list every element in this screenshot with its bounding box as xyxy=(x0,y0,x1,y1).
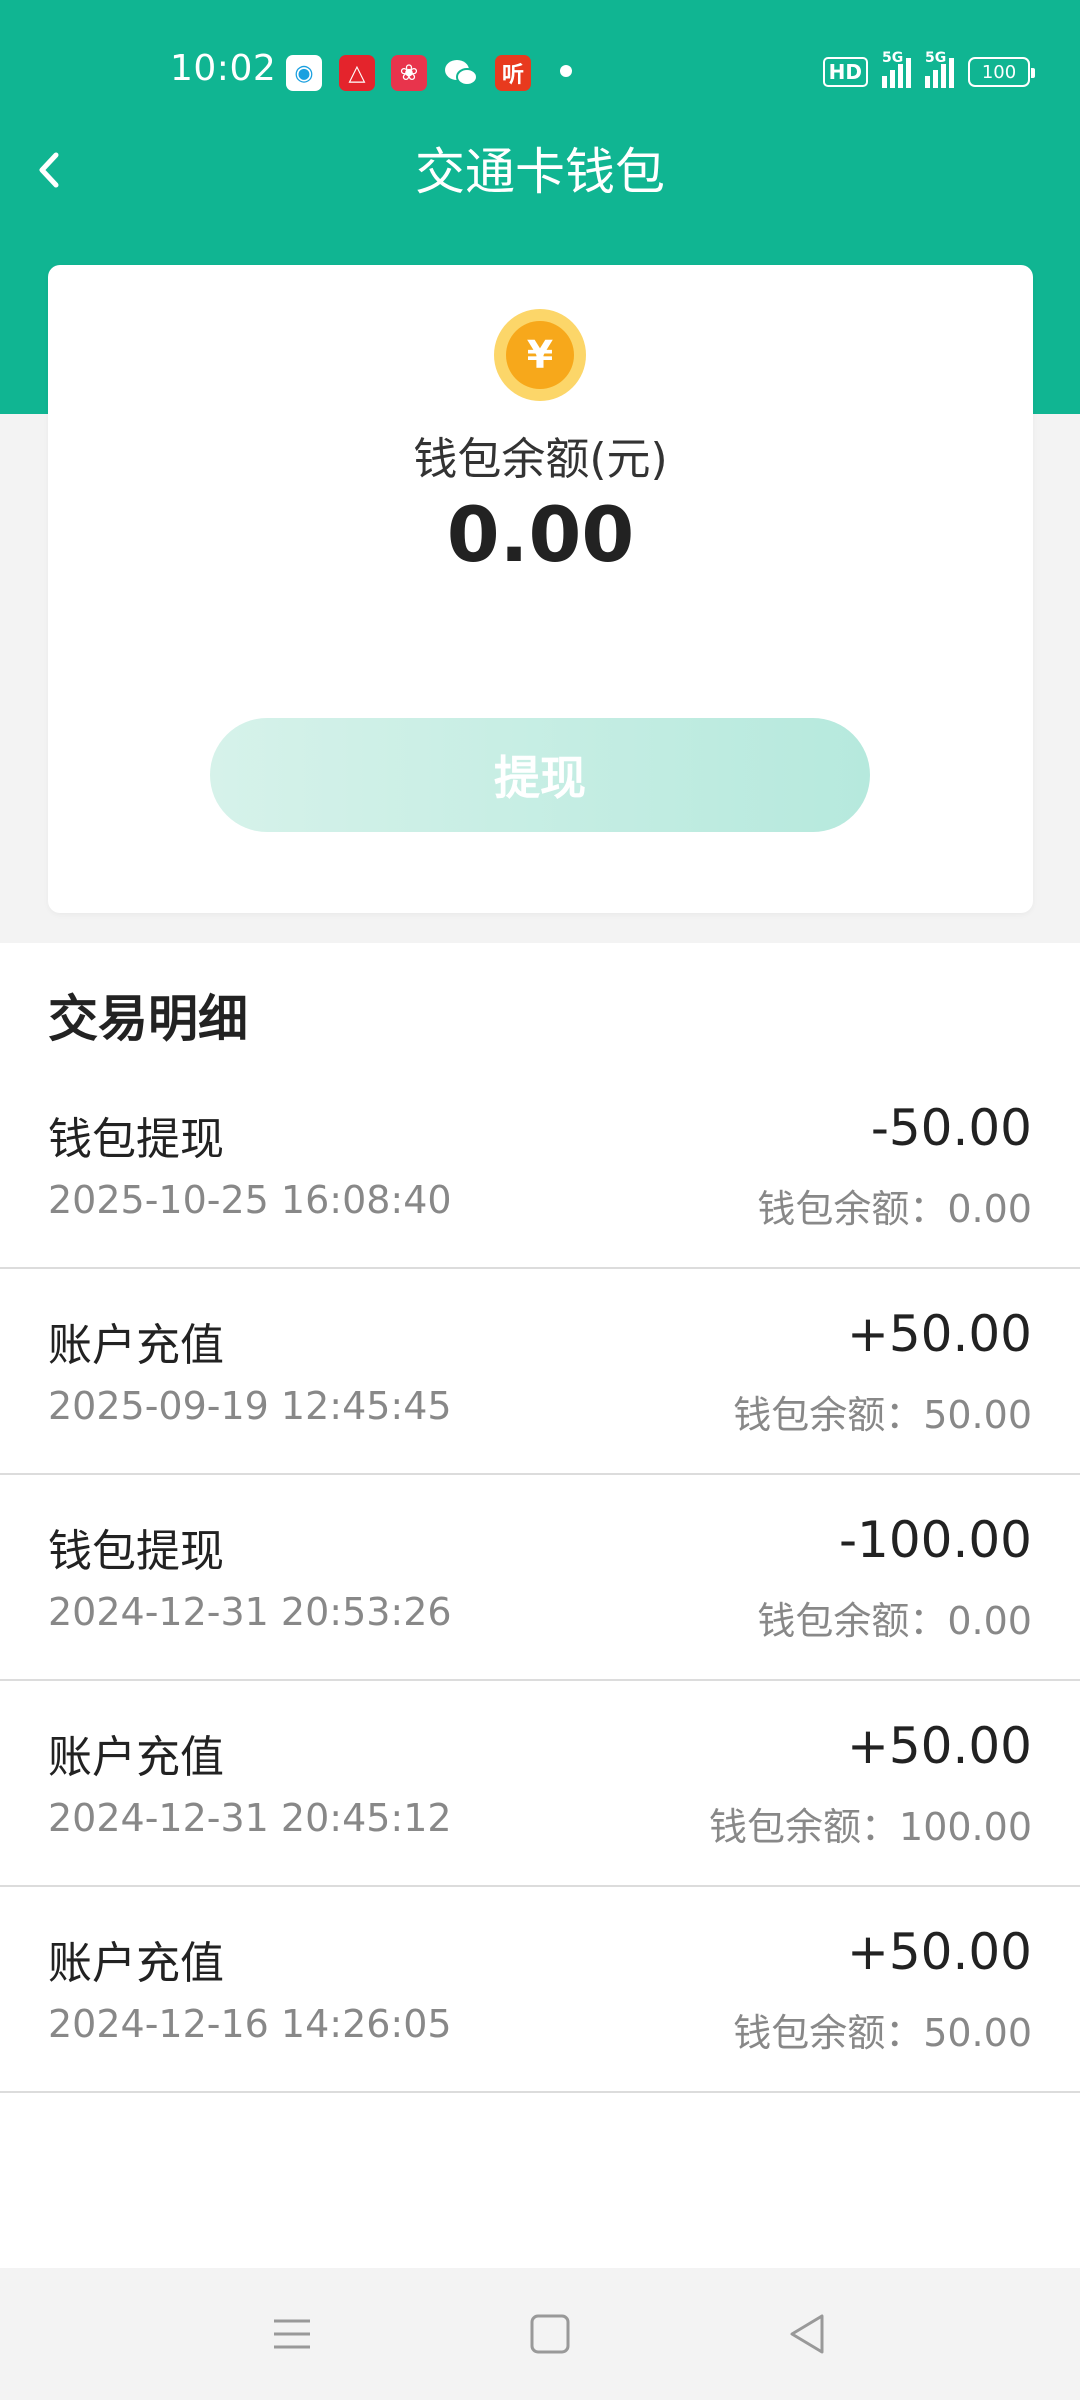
network-type-label-2: 5G xyxy=(925,50,947,66)
notification-dot xyxy=(560,65,572,77)
transaction-amount: -100.00 xyxy=(839,1511,1032,1569)
transaction-type: 钱包提现 xyxy=(48,1526,224,1577)
triangle-back-icon xyxy=(790,2314,824,2354)
china-mobile-icon: ◉ xyxy=(286,55,322,91)
transaction-amount: -50.00 xyxy=(870,1099,1032,1157)
network-type-label: 5G xyxy=(882,50,904,66)
transaction-type: 钱包提现 xyxy=(48,1114,224,1165)
balance-card: ¥ 钱包余额(元) 0.00 提现 xyxy=(48,265,1033,913)
transaction-balance: 钱包余额：100.00 xyxy=(709,1805,1032,1849)
balance-value: 0.00 xyxy=(446,490,635,579)
transaction-type: 账户充值 xyxy=(48,1732,224,1783)
transaction-balance: 钱包余额：50.00 xyxy=(733,1393,1032,1437)
menu-button[interactable] xyxy=(262,2304,322,2364)
transaction-time: 2025-09-19 12:45:45 xyxy=(48,1384,452,1428)
coin-icon: ¥ xyxy=(494,309,586,401)
app-pink-icon: ❀ xyxy=(391,55,427,91)
status-bar: 10:02 ◉ △ ❀ 听 HD 5G 5G 100 xyxy=(0,0,1080,140)
transaction-time: 2024-12-16 14:26:05 xyxy=(48,2002,452,2046)
menu-icon xyxy=(274,2319,310,2349)
wechat-icon xyxy=(443,55,479,91)
transaction-time: 2024-12-31 20:53:26 xyxy=(48,1590,452,1634)
transaction-balance: 钱包余额：50.00 xyxy=(733,2011,1032,2055)
balance-label: 钱包余额(元) xyxy=(413,434,668,485)
transaction-row[interactable]: 钱包提现 2025-10-25 16:08:40 -50.00 钱包余额：0.0… xyxy=(0,1063,1080,1269)
status-time: 10:02 xyxy=(170,48,277,89)
square-icon xyxy=(530,2314,570,2354)
system-nav-bar xyxy=(0,2268,1080,2400)
transaction-row[interactable]: 账户充值 2025-09-19 12:45:45 +50.00 钱包余额：50.… xyxy=(0,1269,1080,1475)
transaction-row[interactable]: 账户充值 2024-12-31 20:45:12 +50.00 钱包余额：100… xyxy=(0,1681,1080,1887)
transaction-type: 账户充值 xyxy=(48,1938,224,1989)
transactions-section: 交易明细 钱包提现 2025-10-25 16:08:40 -50.00 钱包余… xyxy=(0,943,1080,2268)
transaction-type: 账户充值 xyxy=(48,1320,224,1371)
hd-voice-badge: HD xyxy=(822,57,868,87)
transactions-title: 交易明细 xyxy=(48,990,248,1048)
transaction-amount: +50.00 xyxy=(846,1923,1032,1981)
transaction-time: 2025-10-25 16:08:40 xyxy=(48,1178,452,1222)
transactions-list: 钱包提现 2025-10-25 16:08:40 -50.00 钱包余额：0.0… xyxy=(0,1063,1080,2093)
transaction-time: 2024-12-31 20:45:12 xyxy=(48,1796,452,1840)
signal-5g-icon-2: 5G xyxy=(925,50,954,88)
back-nav-button[interactable] xyxy=(778,2304,838,2364)
page-title: 交通卡钱包 xyxy=(415,143,665,201)
battery-icon: 100 xyxy=(968,57,1035,87)
transaction-amount: +50.00 xyxy=(846,1717,1032,1775)
transaction-row[interactable]: 钱包提现 2024-12-31 20:53:26 -100.00 钱包余额：0.… xyxy=(0,1475,1080,1681)
home-button[interactable] xyxy=(520,2304,580,2364)
transaction-amount: +50.00 xyxy=(846,1305,1032,1363)
signal-5g-icon: 5G xyxy=(882,50,911,88)
yuan-icon: ¥ xyxy=(506,321,574,389)
withdraw-button[interactable]: 提现 xyxy=(210,718,870,832)
status-indicators: HD 5G 5G 100 xyxy=(822,50,1035,92)
transaction-row[interactable]: 账户充值 2024-12-16 14:26:05 +50.00 钱包余额：50.… xyxy=(0,1887,1080,2093)
transaction-balance: 钱包余额：0.00 xyxy=(757,1599,1032,1643)
transaction-balance: 钱包余额：0.00 xyxy=(757,1187,1032,1231)
app-red-icon: △ xyxy=(339,55,375,91)
ting-icon: 听 xyxy=(495,55,531,91)
